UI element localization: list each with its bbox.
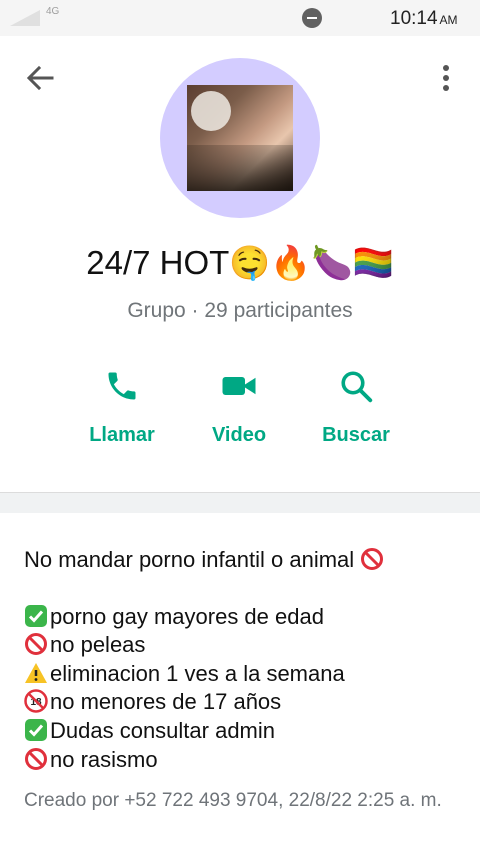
do-not-disturb-icon bbox=[302, 8, 322, 28]
clock: 10:14 AM bbox=[390, 8, 458, 30]
search-icon bbox=[341, 371, 373, 403]
group-name: 24/7 HOT🤤🔥🍆🏳️‍🌈 bbox=[86, 244, 394, 281]
check-icon bbox=[25, 718, 47, 741]
video-label: Video bbox=[211, 424, 267, 446]
warning-icon bbox=[25, 662, 47, 683]
video-icon bbox=[222, 377, 256, 395]
more-options-icon[interactable] bbox=[436, 64, 456, 94]
group-avatar[interactable] bbox=[160, 58, 320, 218]
action-row: Llamar Video Buscar bbox=[0, 360, 480, 460]
rule-text: eliminacion 1 ves a la semana bbox=[50, 660, 345, 686]
rule-item: no rasismo bbox=[24, 746, 460, 775]
description-first-line: No mandar porno infantil o animal bbox=[24, 547, 355, 572]
search-label: Buscar bbox=[322, 424, 390, 446]
network-type: 4G bbox=[46, 6, 60, 17]
clock-time: 10:14 bbox=[390, 8, 438, 29]
group-photo bbox=[187, 85, 293, 191]
call-button[interactable]: Llamar bbox=[67, 360, 177, 447]
prohibited-icon bbox=[25, 633, 47, 656]
rule-text: no menores de 17 años bbox=[50, 689, 282, 715]
no-under-18-icon: 18 bbox=[24, 689, 48, 714]
back-arrow-icon[interactable] bbox=[24, 62, 56, 94]
created-by-text: Creado por +52 722 493 9704, 22/8/22 2:2… bbox=[24, 790, 442, 811]
rule-text: no peleas bbox=[50, 632, 146, 658]
rule-item: Dudas consultar admin bbox=[24, 717, 460, 746]
prohibited-icon bbox=[361, 548, 384, 570]
rule-text: Dudas consultar admin bbox=[50, 717, 276, 743]
group-subtitle: Grupo · 29 participantes bbox=[127, 299, 353, 322]
rule-item: 18no menores de 17 años bbox=[24, 688, 460, 717]
rule-item: eliminacion 1 ves a la semana bbox=[24, 660, 460, 689]
rule-item: porno gay mayores de edad bbox=[24, 603, 460, 632]
rule-text: no rasismo bbox=[50, 746, 158, 772]
clock-ampm: AM bbox=[439, 13, 458, 27]
prohibited-icon bbox=[25, 747, 47, 770]
signal-icon bbox=[10, 10, 40, 26]
call-label: Llamar bbox=[89, 424, 155, 446]
check-icon bbox=[25, 604, 47, 627]
description-line: No mandar porno infantil o animal bbox=[24, 546, 460, 575]
rule-text: porno gay mayores de edad bbox=[50, 603, 324, 629]
video-button[interactable]: Video bbox=[184, 360, 294, 447]
rule-item: no peleas bbox=[24, 631, 460, 660]
search-button[interactable]: Buscar bbox=[301, 360, 411, 447]
phone-icon bbox=[108, 372, 136, 400]
status-bar: 4G 10:14 AM bbox=[0, 0, 480, 36]
section-divider bbox=[0, 492, 480, 513]
group-description: No mandar porno infantil o animal porno … bbox=[24, 546, 460, 774]
